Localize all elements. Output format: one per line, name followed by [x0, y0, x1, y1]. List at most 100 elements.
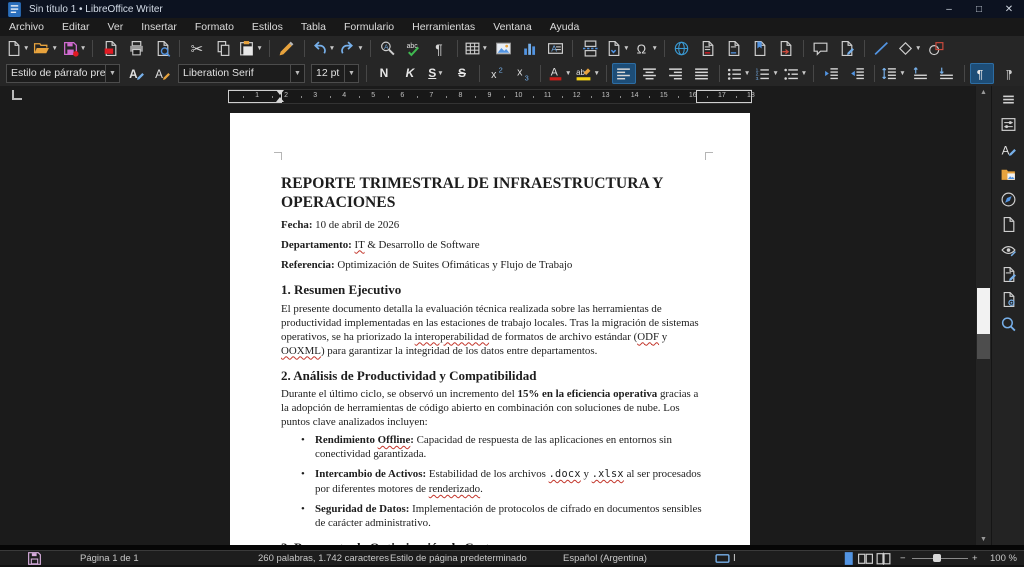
document-page[interactable]: REPORTE TRIMESTRAL DE INFRAESTRUCTURA Y …: [230, 113, 750, 556]
menu-formulario[interactable]: Formulario: [335, 18, 403, 36]
right-to-left-button[interactable]: ¶: [996, 63, 1020, 84]
ordered-list-button[interactable]: 1. 2. 3. ▼: [753, 63, 779, 84]
line-spacing-button[interactable]: ▼: [880, 63, 906, 84]
dropdown-arrow-icon[interactable]: ▼: [772, 70, 778, 77]
vertical-scrollbar[interactable]: ▲ ▼: [975, 86, 991, 545]
tab-stop-selector[interactable]: [12, 90, 22, 100]
insert-footnote-button[interactable]: [696, 38, 720, 59]
open-button[interactable]: ▼: [32, 38, 58, 59]
dropdown-arrow-icon[interactable]: ▼: [357, 45, 363, 52]
maximize-button[interactable]: □: [964, 0, 994, 18]
undo-button[interactable]: ▼: [310, 38, 336, 59]
formatting-marks-button[interactable]: ¶: [428, 38, 452, 59]
increase-indent-button[interactable]: [819, 63, 843, 84]
decrease-para-spacing-button[interactable]: [935, 63, 959, 84]
multi-page-view-icon[interactable]: [857, 551, 874, 565]
insert-cross-reference-button[interactable]: [774, 38, 798, 59]
print-button[interactable]: [124, 38, 148, 59]
insert-table-button[interactable]: ▼: [463, 38, 489, 59]
italic-button[interactable]: K: [398, 63, 422, 84]
sidebar-find-icon[interactable]: [995, 313, 1021, 336]
save-status-icon[interactable]: [26, 551, 43, 565]
font-color-button[interactable]: A ▼: [546, 63, 572, 84]
copy-button[interactable]: [211, 38, 235, 59]
underline-button[interactable]: S ▼: [424, 63, 448, 84]
document-content[interactable]: REPORTE TRIMESTRAL DE INFRAESTRUCTURA Y …: [281, 174, 706, 556]
selection-mode-icon[interactable]: [714, 551, 731, 565]
book-view-icon[interactable]: [875, 551, 892, 565]
page-count-status[interactable]: Página 1 de 1: [80, 551, 139, 565]
insert-line-button[interactable]: [870, 38, 894, 59]
insert-special-character-button[interactable]: Ω ▼: [633, 38, 659, 59]
track-changes-button[interactable]: [835, 38, 859, 59]
decrease-indent-button[interactable]: [845, 63, 869, 84]
align-center-button[interactable]: [638, 63, 662, 84]
show-draw-functions-button[interactable]: [924, 38, 948, 59]
font-size-combobox[interactable]: 12 pt ▼: [311, 63, 359, 83]
language-status[interactable]: Español (Argentina): [563, 551, 647, 565]
insert-field-button[interactable]: ▼: [604, 38, 630, 59]
dropdown-arrow-icon[interactable]: ▼: [80, 45, 86, 52]
dropdown-arrow-icon[interactable]: ▼: [801, 70, 807, 77]
dropdown-arrow-icon[interactable]: ▼: [623, 45, 629, 52]
update-style-button[interactable]: A: [124, 63, 148, 84]
superscript-button[interactable]: x2: [485, 63, 509, 84]
new-document-button[interactable]: ▼: [4, 38, 30, 59]
sidebar-properties-icon[interactable]: [995, 113, 1021, 136]
dropdown-arrow-icon[interactable]: ▼: [744, 70, 750, 77]
paste-button[interactable]: ▼: [237, 38, 263, 59]
dropdown-arrow-icon[interactable]: ▼: [565, 70, 571, 77]
dropdown-arrow-icon[interactable]: ▼: [915, 45, 921, 52]
menu-ver[interactable]: Ver: [98, 18, 132, 36]
bold-button[interactable]: N: [372, 63, 396, 84]
font-name-combobox[interactable]: Liberation Serif ▼: [178, 63, 305, 83]
export-pdf-button[interactable]: [98, 38, 122, 59]
unordered-list-button[interactable]: ▼: [725, 63, 751, 84]
subscript-button[interactable]: x3: [511, 63, 535, 84]
menu-editar[interactable]: Editar: [53, 18, 98, 36]
find-replace-button[interactable]: A: [376, 38, 400, 59]
dropdown-arrow-icon[interactable]: ▼: [51, 45, 57, 52]
dropdown-arrow-icon[interactable]: ▼: [652, 45, 658, 52]
menu-archivo[interactable]: Archivo: [0, 18, 53, 36]
scroll-up-arrow-icon[interactable]: ▲: [976, 86, 991, 98]
zoom-in-button[interactable]: +: [972, 551, 978, 565]
sidebar-manage-changes-icon[interactable]: [995, 263, 1021, 286]
menu-tabla[interactable]: Tabla: [292, 18, 335, 36]
menu-herramientas[interactable]: Herramientas: [403, 18, 484, 36]
scrollbar-thumb[interactable]: [977, 288, 990, 334]
insert-image-button[interactable]: [491, 38, 515, 59]
dropdown-arrow-icon[interactable]: ▼: [899, 70, 905, 77]
left-to-right-button[interactable]: ¶: [969, 62, 994, 84]
zoom-level[interactable]: 100 %: [990, 551, 1017, 565]
highlight-color-button[interactable]: ab ▼: [574, 63, 600, 84]
zoom-out-button[interactable]: −: [900, 551, 906, 565]
cut-button[interactable]: ✂: [185, 38, 209, 59]
insert-chart-button[interactable]: [517, 38, 541, 59]
dropdown-arrow-icon[interactable]: ▼: [593, 70, 599, 77]
insert-hyperlink-button[interactable]: [670, 38, 694, 59]
insert-mode-ibeam-icon[interactable]: I: [733, 551, 736, 565]
word-count-status[interactable]: 260 palabras, 1.742 caracteres: [258, 551, 389, 565]
dropdown-arrow-icon[interactable]: ▼: [437, 70, 443, 77]
insert-comment-button[interactable]: [809, 38, 833, 59]
redo-button[interactable]: ▼: [338, 38, 364, 59]
strikethrough-button[interactable]: S: [450, 63, 474, 84]
dropdown-arrow-icon[interactable]: ▼: [256, 45, 262, 52]
dropdown-arrow-icon[interactable]: ▼: [23, 45, 29, 52]
print-preview-button[interactable]: [150, 38, 174, 59]
sidebar-page-icon[interactable]: [995, 213, 1021, 236]
sidebar-gallery-icon[interactable]: [995, 163, 1021, 186]
single-page-view-icon[interactable]: [840, 551, 857, 565]
insert-page-break-button[interactable]: [578, 38, 602, 59]
page-style-status[interactable]: Estilo de página predeterminado: [390, 551, 527, 565]
align-left-button[interactable]: [611, 62, 636, 84]
scroll-down-arrow-icon[interactable]: ▼: [976, 533, 991, 545]
menu-insertar[interactable]: Insertar: [132, 18, 186, 36]
menu-formato[interactable]: Formato: [186, 18, 243, 36]
minimize-button[interactable]: –: [934, 0, 964, 18]
dropdown-arrow-icon[interactable]: ▼: [329, 45, 335, 52]
sidebar-sidebar-menu-icon[interactable]: [995, 88, 1021, 111]
sidebar-styles-icon[interactable]: A: [995, 138, 1021, 161]
basic-shapes-button[interactable]: ▼: [896, 38, 922, 59]
